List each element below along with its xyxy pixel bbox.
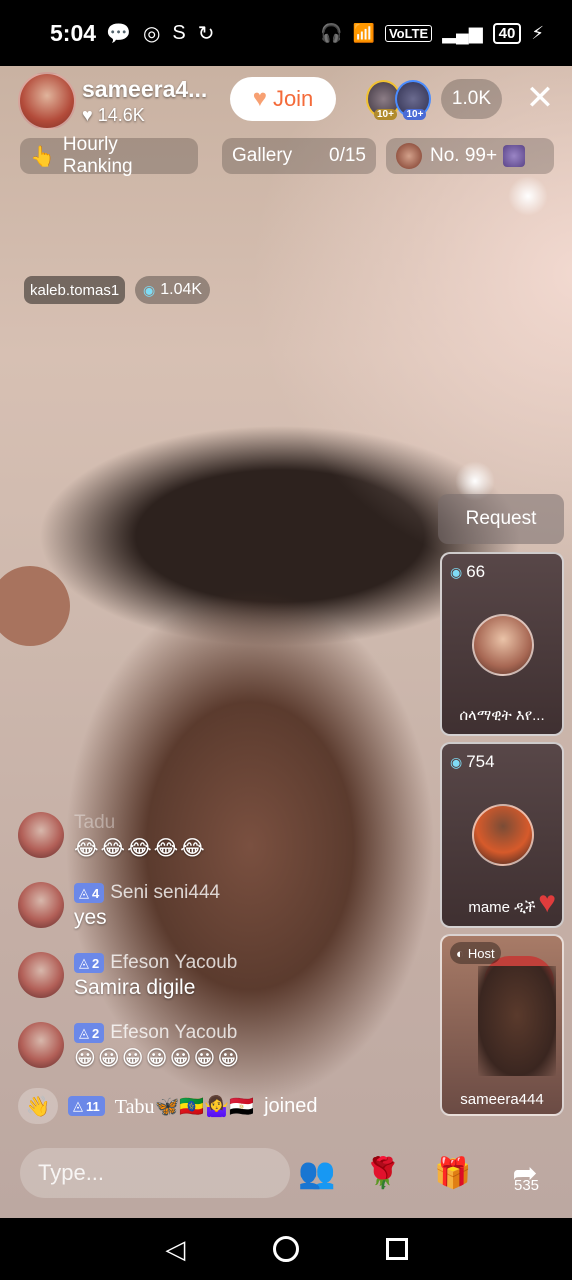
navigation-bar: ◁ [0,1218,572,1280]
guest-avatar [472,804,534,866]
guest-avatar [472,614,534,676]
gift-icon[interactable]: 🎁 [428,1148,478,1198]
close-icon[interactable]: ✕ [522,80,558,116]
viewer-avatar[interactable]: 10+ [395,80,431,120]
battery-icon: 40 [492,22,522,44]
join-label: Join [272,86,314,111]
share-count: 535 [514,1177,540,1194]
hourly-ranking-chip[interactable]: 👆 Hourly Ranking [20,134,198,177]
host-name: sameera4... [82,76,208,102]
guest-slot[interactable]: ◉ 66 ሰላማዊት እየ... [440,552,564,736]
gem-icon: ◉ [450,563,463,580]
thumb-icon: 👆 [30,145,55,168]
heart-icon: ♥ [82,105,93,125]
clock: 5:04 [50,19,97,46]
joined-user[interactable]: Tabu🦋🇪🇹🤷‍♀️🇪🇬 [115,1094,254,1119]
chat-message: ◬ 4 Seni seni444 yes [18,882,220,930]
charging-icon: ⚡ [531,22,544,43]
volte-badge: VoLTE [384,24,433,42]
gallery-count: 0/15 [329,145,366,166]
hand-shape [0,566,70,646]
chat-text: 😂😂😂😂😂 [74,837,207,860]
guest-name-tag[interactable]: kaleb.tomas1 [24,276,126,304]
chat-notification-icon: 💬 [106,22,131,45]
top-viewers[interactable]: 10+ 10+ 1.0K [366,78,503,120]
recent-apps-icon[interactable] [382,1234,412,1264]
join-button[interactable]: ♥ Join [230,77,336,121]
chat-text: Samira digile [74,976,196,999]
chat-avatar[interactable] [18,952,64,998]
host-slot[interactable]: ◐ Host sameera444 [440,934,564,1116]
chat-text: 😀😀😀😀😀😀😀 [74,1047,242,1070]
chat-avatar[interactable] [18,882,64,928]
app-notification-icon: ◎ [142,22,161,45]
level-badge: ◬ 2 [74,953,105,973]
request-button[interactable]: Request [438,494,564,544]
chat-message: Tadu 😂😂😂😂😂 [18,812,207,861]
gallery-chip[interactable]: Gallery 0/15 [222,138,376,174]
joined-suffix: joined [264,1094,318,1117]
chat-avatar[interactable] [18,1022,64,1068]
rose-gift-icon[interactable]: 🌹 [358,1148,408,1198]
guest-name: ሰላማዊት እየ... [459,707,545,724]
rank-chip[interactable]: No. 99+ [386,138,554,174]
viewer-count[interactable]: 1.0K [440,79,503,119]
level-badge: ◬ 2 [74,1023,105,1043]
chat-message: ◬ 2 Efeson Yacoub 😀😀😀😀😀😀😀 [18,1022,241,1071]
rank-avatar [396,143,422,169]
host-badge: ◐ Host [450,942,501,964]
host-likes: 14.6K [97,105,145,125]
chat-avatar[interactable] [18,812,64,858]
chat-message: ◬ 2 Efeson Yacoub Samira digile [18,952,237,1000]
level-badge: ◬ 4 [74,883,105,903]
wifi-icon: 📶 [352,22,375,43]
chat-user[interactable]: Seni seni444 [110,882,220,904]
home-icon[interactable] [271,1234,301,1264]
rank-decoration-icon [503,145,526,167]
join-notification: 👋 ◬ 11 Tabu🦋🇪🇹🤷‍♀️🇪🇬 joined [18,1088,317,1124]
guest-score: ◉ 1.04K [135,276,211,304]
heart-plus-icon: ♥ [252,85,267,112]
gem-icon: ◉ [143,281,156,298]
headphones-icon: 🎧 [320,22,343,43]
signal-icon: ▂▄▆ [442,22,483,43]
gem-icon: ◉ [450,753,463,770]
comment-input[interactable] [20,1148,290,1198]
s-notification-icon: S [172,21,186,44]
chat-user[interactable]: Efeson Yacoub [110,1022,237,1044]
back-icon[interactable]: ◁ [160,1234,190,1264]
level-badge: ◬ 11 [68,1096,105,1116]
chat-user[interactable]: Efeson Yacoub [110,952,237,974]
heart-icon: ♥ [538,886,556,919]
chat-text: yes [74,906,107,929]
host-icon: ◐ [456,945,464,961]
chat-user[interactable]: Tadu [74,812,115,834]
host-video [478,966,556,1076]
sync-icon: ↻ [197,22,215,45]
status-bar: 5:04 💬 ◎ S ↻ 🎧 📶 VoLTE ▂▄▆ 40 ⚡ [0,0,572,66]
multi-guest-icon[interactable]: 👥 [292,1148,342,1198]
host-slot-name: sameera444 [460,1091,544,1108]
guest-slot[interactable]: ◉ 754 mame ዲች ♥ [440,742,564,928]
host-avatar[interactable] [18,72,76,130]
ceiling-light [508,176,548,216]
wave-icon[interactable]: 👋 [18,1088,58,1124]
